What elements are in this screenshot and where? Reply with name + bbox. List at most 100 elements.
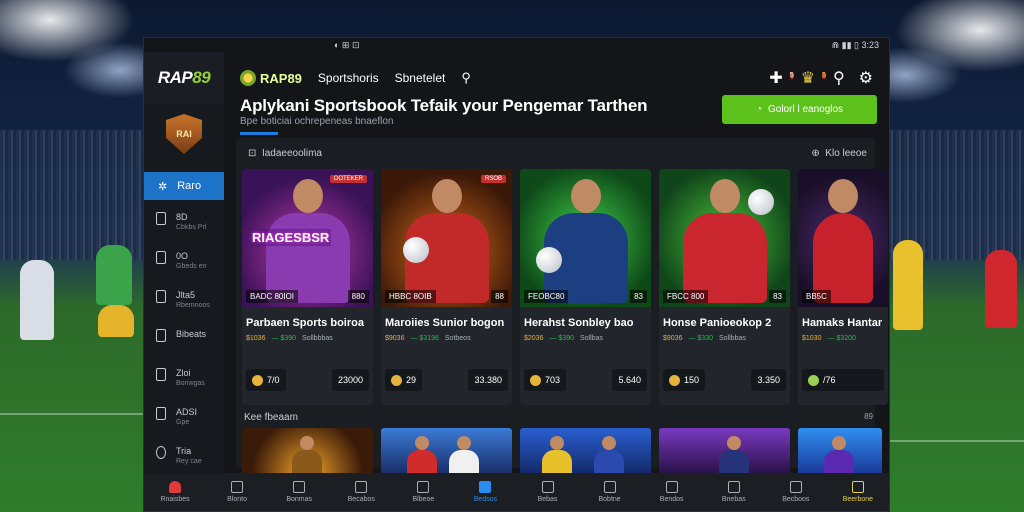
card-footer: 29 33.380: [385, 369, 508, 391]
sidebar-item[interactable]: 0O Gbeds en: [144, 239, 224, 278]
bell-icon: [789, 481, 802, 493]
card-chip[interactable]: 703: [524, 369, 567, 391]
game-thumb[interactable]: [659, 428, 790, 473]
game-thumb[interactable]: [381, 428, 512, 473]
bottom-nav-item[interactable]: Blonto: [212, 481, 262, 503]
game-card[interactable]: RSOB HBBC 8OIB 88 Maroiies Sunior bogon …: [381, 169, 512, 405]
card-chip[interactable]: 3.350: [751, 369, 786, 391]
card-chip[interactable]: 150: [663, 369, 706, 391]
cta-button[interactable]: ◔ Golorl l eanoglos: [722, 95, 877, 124]
sidebar-item-active[interactable]: ✲ Raro: [144, 172, 224, 200]
game-thumb[interactable]: [242, 428, 373, 473]
bolt-icon: [355, 481, 368, 493]
sidebar-item-label: Zloi: [176, 368, 191, 378]
brand-logo[interactable]: RAP 89: [144, 52, 224, 104]
game-thumb[interactable]: [798, 428, 882, 473]
sidebar-item[interactable]: Tria Rey cae: [144, 434, 224, 473]
trophy-badge: 5: [822, 72, 826, 79]
status-left-icons: ◐ ⊞ ⊡: [334, 39, 360, 50]
top-icons: ✚ 5 ♛ 5 ⚲ ⚙: [769, 68, 873, 88]
bottom-nav-item[interactable]: Bebas: [523, 481, 573, 503]
sidebar-item-label: Tria: [176, 446, 192, 456]
sidebar-item[interactable]: Jlta5 Rbemnoos: [144, 278, 224, 317]
puzzle-icon[interactable]: ✚ 5: [769, 68, 794, 88]
card-tag-right: 83: [630, 290, 647, 303]
card-title: Honse Panioeokop 2: [663, 317, 772, 329]
sidebar-item[interactable]: Zloi Boriwgas: [144, 356, 224, 395]
card-chip[interactable]: 23000: [331, 369, 369, 391]
bottom-nav-item[interactable]: Blbeoe: [398, 481, 448, 503]
zoom-icon: ⊕: [811, 147, 820, 159]
sidebar-item-label: 8D: [176, 212, 188, 222]
card-meta: $9036 — $3196 Sotbeos: [381, 329, 512, 342]
card-chip-2: 23000: [337, 375, 363, 385]
sidebar-item[interactable]: ADSI Gpe: [144, 395, 224, 434]
home-icon: [169, 481, 182, 493]
panel-header: ⊡ Iadaeeoolima ⊕ Klo leeoe: [236, 138, 875, 168]
coin-icon: [530, 374, 541, 386]
bottom-nav-label: Bnebas: [721, 496, 746, 503]
bottom-nav-item[interactable]: Bedsos: [460, 481, 510, 503]
nav-item-second[interactable]: Sbnetelet: [395, 71, 446, 85]
card-footer: 703 5.640: [524, 369, 647, 391]
lock-icon: ⊡: [248, 147, 257, 159]
phone-icon: [156, 251, 166, 264]
search-icon[interactable]: ⚲: [461, 70, 471, 86]
background-player: [985, 250, 1017, 328]
bottom-nav-item[interactable]: Beerbone: [833, 481, 883, 503]
game-thumb[interactable]: [520, 428, 651, 473]
card-tag: HBBC 8OIB: [385, 290, 436, 303]
bottom-nav-item[interactable]: Bonmas: [274, 481, 324, 503]
card-chip[interactable]: 29: [385, 369, 423, 391]
player-figure: [542, 450, 572, 473]
bottom-nav-label: Bendos: [659, 496, 684, 503]
nav-item-sports[interactable]: Sportshoris: [318, 71, 379, 85]
box-icon: [156, 329, 166, 342]
card-chip[interactable]: /76: [802, 369, 884, 391]
panel-left: ⊡ Iadaeeoolima: [248, 148, 322, 159]
sidebar-item-sub: Boriwgas: [176, 380, 205, 387]
bottom-nav-label: Rnaisbes: [160, 496, 190, 503]
page-subtitle: Bpe boticiai ochrepeneas bnaeflon: [240, 116, 394, 127]
player-figure: [709, 179, 740, 213]
bottom-nav-item[interactable]: Bendos: [647, 481, 697, 503]
sidebar-item[interactable]: Bibeats: [144, 317, 224, 356]
bottom-nav-label: Bedsos: [473, 496, 498, 503]
calendar-icon: [727, 481, 740, 493]
people-icon: [156, 368, 166, 381]
bottom-nav-item[interactable]: Bnebas: [709, 481, 759, 503]
trophy-icon[interactable]: ♛ 5: [801, 68, 826, 88]
sidebar-item[interactable]: 8D Cbkbs Prl: [144, 200, 224, 239]
card-chip-2: 5.640: [618, 375, 641, 385]
player-figure: [570, 179, 601, 213]
game-card[interactable]: FEOBC80 83 Herahst Sonbley bao $2036 — $3…: [520, 169, 651, 405]
sidebar-item-sub: Gbeds en: [176, 263, 207, 270]
bottom-nav-item[interactable]: Becabos: [336, 481, 386, 503]
sidebar-item-sub: Gpe: [176, 419, 190, 426]
bottom-nav-item[interactable]: Rnaisbes: [150, 481, 200, 503]
bottom-nav-item[interactable]: Bobtne: [585, 481, 635, 503]
sidebar-active-label: Raro: [177, 180, 202, 192]
game-card[interactable]: FBCC 800 83 Honse Panioeokop 2 $9036 — $3…: [659, 169, 790, 405]
game-card[interactable]: BB5C Hamaks Hantar $1030 — $3200 /76: [798, 169, 888, 405]
bottom-nav-item[interactable]: Becboos: [771, 481, 821, 503]
card-chip-1: /76: [823, 375, 836, 385]
search-icon[interactable]: ⚲: [833, 68, 845, 88]
player-figure: [727, 436, 741, 450]
card-tag-right: 88: [491, 290, 508, 303]
sidebar-item-sub: Rey cae: [176, 458, 202, 465]
nav-logo[interactable]: RAP89: [240, 70, 302, 86]
card-chip[interactable]: 33.380: [468, 369, 508, 391]
card-chip[interactable]: 5.640: [612, 369, 647, 391]
card-discount: — $3200: [827, 335, 856, 342]
house-icon: [479, 481, 492, 493]
card-image-text: RIAGESBSR: [250, 229, 332, 246]
panel-right[interactable]: ⊕ Klo leeoe: [811, 148, 867, 159]
card-chip[interactable]: 7/0: [246, 369, 286, 391]
tablet-icon: [603, 481, 616, 493]
game-card[interactable]: RIAGESBSR OOTEKER BADC 80IOI 880 Parbaen…: [242, 169, 373, 405]
settings-icon[interactable]: ⚙: [859, 68, 873, 88]
card-price: $1030: [802, 335, 822, 342]
bottom-nav-label: Bobtne: [598, 496, 621, 503]
card-chip-1: 29: [406, 375, 417, 385]
